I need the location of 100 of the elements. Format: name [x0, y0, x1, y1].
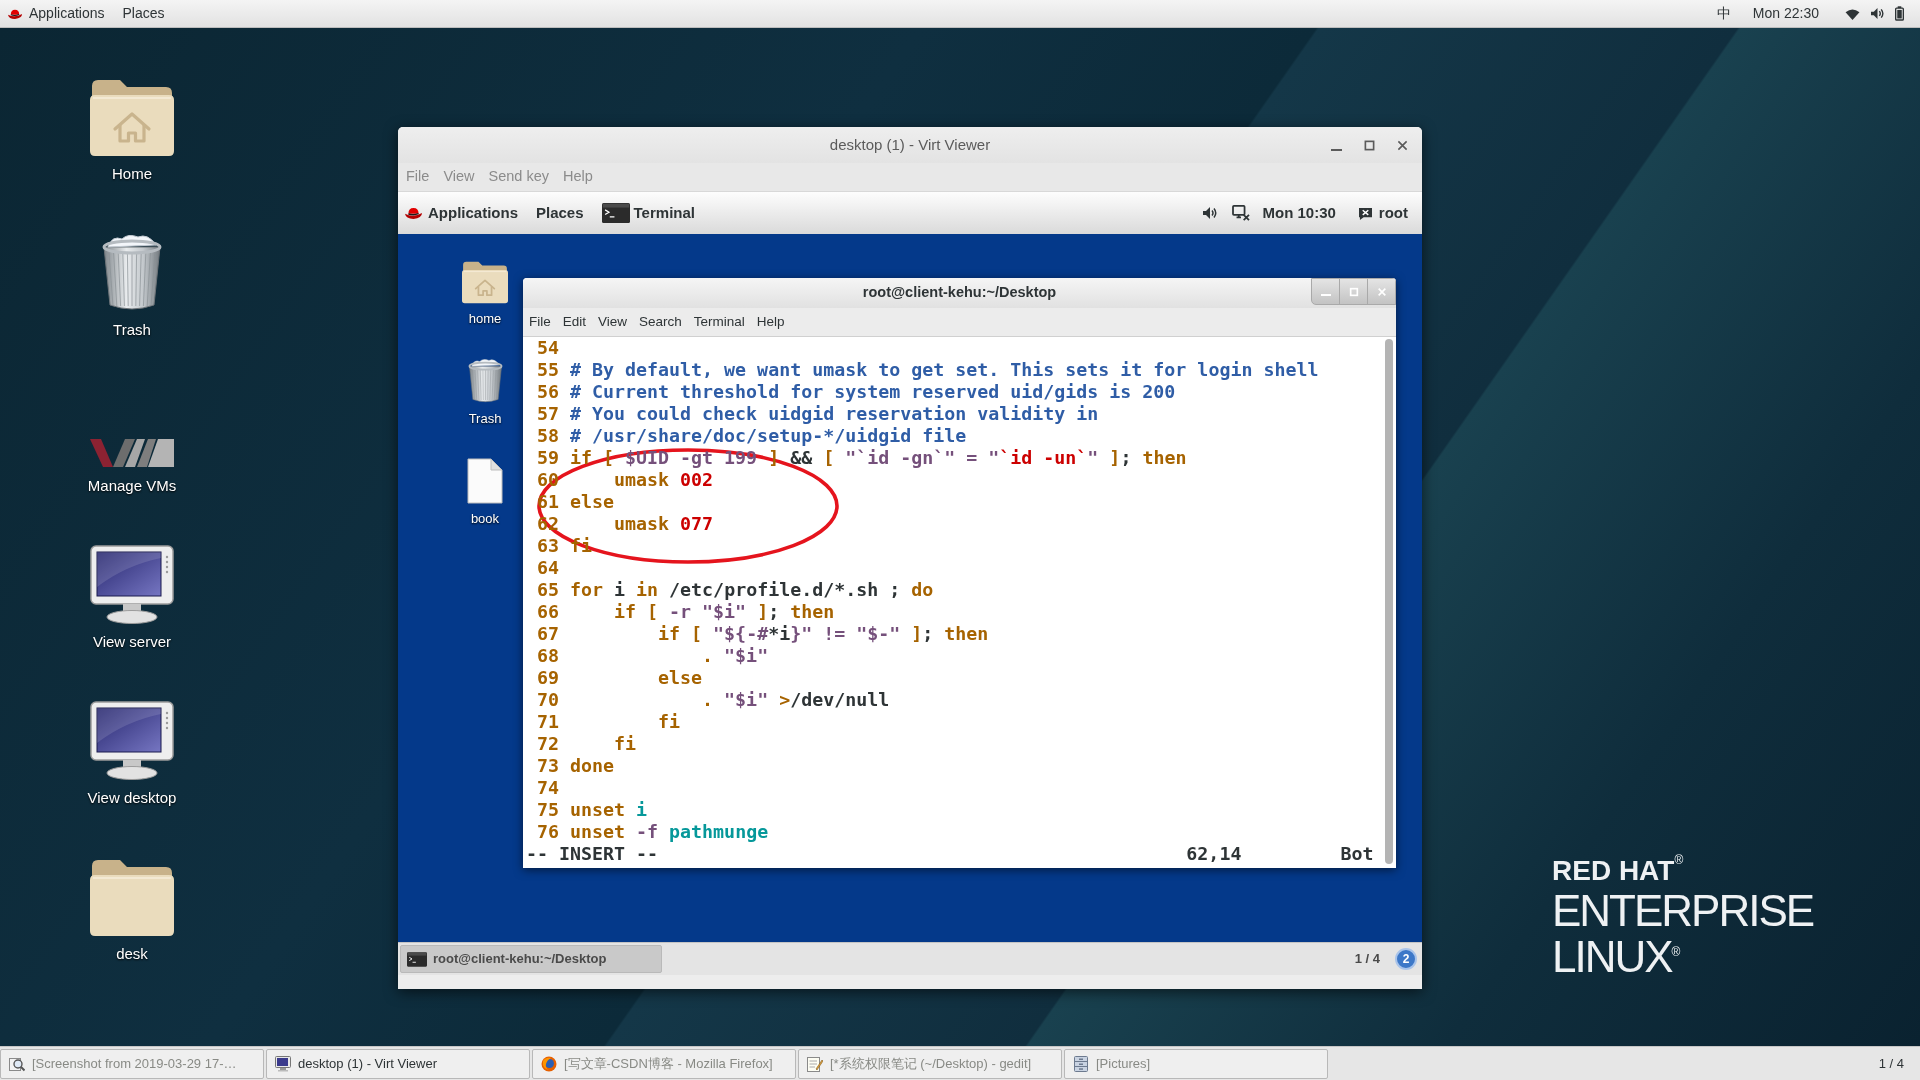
line-number: 56 — [537, 381, 559, 403]
line-number: 60 — [537, 469, 559, 491]
code-line: # Current threshold for system reserved uid/gids is 200 — [570, 381, 1176, 403]
code-line: if [ "${-#*i}" != "$-" ]; then — [657, 623, 989, 645]
maximize-icon — [1364, 139, 1375, 151]
minimize-icon — [1331, 148, 1342, 151]
code-line: # By default, we want umask to get set. This sets it for login shell — [570, 359, 1319, 381]
close-icon — [1397, 139, 1408, 151]
line-number: 71 — [537, 711, 559, 733]
line-number: 68 — [537, 645, 559, 667]
line-number: 69 — [537, 667, 559, 689]
line-number: 76 — [537, 821, 559, 843]
clock[interactable]: Mon 10:30 — [1262, 201, 1336, 225]
menu-item[interactable]: Help — [756, 311, 785, 333]
speaker-icon[interactable] — [1870, 7, 1885, 20]
menu-item[interactable]: File — [529, 311, 551, 333]
code-line: done — [570, 755, 615, 777]
folder-icon[interactable] — [90, 857, 174, 937]
desktop-icon-label[interactable]: desk — [116, 945, 148, 963]
desktop-icon-label[interactable]: Home — [112, 165, 152, 183]
wifi-icon[interactable] — [1845, 7, 1860, 20]
home-folder-icon[interactable] — [462, 260, 508, 304]
top-bar-menu[interactable]: Places — [536, 201, 584, 225]
document-icon[interactable] — [467, 458, 503, 504]
hat-icon — [405, 206, 422, 220]
input-method-indicator[interactable]: 中 — [1716, 3, 1731, 24]
code-line: umask 077 — [613, 513, 714, 535]
scrollbar[interactable] — [1385, 339, 1393, 864]
monitor-x-icon[interactable] — [1232, 205, 1251, 221]
clock[interactable]: Mon 22:30 — [1752, 3, 1819, 24]
code-line: else — [570, 491, 615, 513]
code-line: if [ -r "$i" ]; then — [613, 601, 835, 623]
hat-icon — [8, 7, 22, 20]
code-line: fi — [657, 711, 681, 733]
globe-icon — [541, 1055, 557, 1072]
code-line: unset i — [570, 799, 648, 821]
taskbar-button[interactable]: desktop (1) - Virt Viewer — [266, 1048, 530, 1079]
workspace-indicator[interactable]: 1 / 4 — [1354, 949, 1380, 969]
desktop-icon-label[interactable]: Manage VMs — [87, 477, 177, 495]
monitor-icon[interactable] — [90, 701, 174, 781]
top-bar-menu[interactable]: Places — [122, 3, 165, 24]
notepad-pencil-icon — [807, 1055, 823, 1072]
battery-icon[interactable] — [1895, 6, 1904, 21]
line-number: 67 — [537, 623, 559, 645]
menu-item[interactable]: Edit — [562, 311, 587, 333]
user-menu[interactable]: root — [1378, 201, 1408, 225]
line-number: 63 — [537, 535, 559, 557]
speaker-icon[interactable] — [1202, 206, 1219, 220]
home-folder-icon[interactable] — [90, 77, 174, 157]
code-line: . "$i" >/dev/null — [701, 689, 890, 711]
trash-can-icon[interactable] — [466, 357, 504, 404]
minimize-icon — [1320, 294, 1331, 296]
magnifier-icon — [9, 1055, 25, 1072]
monitor-icon — [275, 1055, 291, 1072]
window-list-button[interactable]: root@client-kehu:~/Desktop — [400, 945, 662, 973]
menu-item[interactable]: Terminal — [693, 311, 745, 333]
line-number: 74 — [537, 777, 559, 799]
editor-mode: -- INSERT -- — [526, 843, 659, 865]
line-number: 64 — [537, 557, 559, 579]
line-number: 72 — [537, 733, 559, 755]
desktop-icon-label[interactable]: book — [470, 511, 500, 527]
desktop-icon-label[interactable]: home — [468, 311, 502, 327]
notification-count-button[interactable]: 2 — [1395, 948, 1417, 970]
desktop-icon-label[interactable]: View server — [92, 633, 172, 651]
line-number: 57 — [537, 403, 559, 425]
menu-item[interactable]: Search — [639, 311, 682, 333]
line-number: 66 — [537, 601, 559, 623]
taskbar-app-button[interactable]: Terminal — [601, 201, 695, 225]
monitor-icon[interactable] — [90, 545, 174, 625]
desktop-icon-label[interactable]: Trash — [468, 411, 502, 427]
stripes-logo-icon[interactable] — [90, 437, 174, 469]
code-line: # /usr/share/doc/setup-*/uidgid file — [570, 425, 967, 447]
code-line: umask 002 — [613, 469, 714, 491]
top-bar-menu[interactable]: Applications — [8, 3, 105, 24]
branding-text: LINUX$^{®}$ — [1552, 934, 1680, 980]
cursor-position: 62,14 — [1186, 843, 1242, 865]
window-title: root@client-kehu:~/Desktop — [862, 283, 1057, 303]
code-line: fi — [613, 733, 637, 755]
speech-bubble-x-icon[interactable] — [1357, 206, 1373, 220]
desktop-icon-label[interactable]: Trash — [113, 321, 151, 339]
maximize-button[interactable] — [1364, 139, 1375, 151]
desktop-icon-label[interactable]: View desktop — [87, 789, 177, 807]
maximize-icon — [1348, 286, 1359, 297]
menu-item[interactable]: View — [598, 311, 628, 333]
close-icon — [1376, 286, 1387, 297]
line-number: 73 — [537, 755, 559, 777]
branding-text: RED HAT$^{®}$ — [1552, 854, 1685, 888]
line-number: 54 — [537, 337, 559, 359]
terminal-icon — [601, 202, 630, 224]
code-line: for i in /etc/profile.d/*.sh ; do — [570, 579, 934, 601]
line-number: 58 — [537, 425, 559, 447]
line-number: 70 — [537, 689, 559, 711]
terminal-icon — [407, 951, 427, 967]
code-line: # You could check uidgid reservation validity in — [570, 403, 1099, 425]
line-number: 55 — [537, 359, 559, 381]
close-button[interactable] — [1397, 139, 1408, 151]
line-number: 75 — [537, 799, 559, 821]
file-cabinet-icon — [1073, 1055, 1089, 1072]
workspace-indicator[interactable]: 1 / 4 — [1878, 1053, 1904, 1074]
top-bar-menu[interactable]: Applications — [405, 201, 518, 225]
